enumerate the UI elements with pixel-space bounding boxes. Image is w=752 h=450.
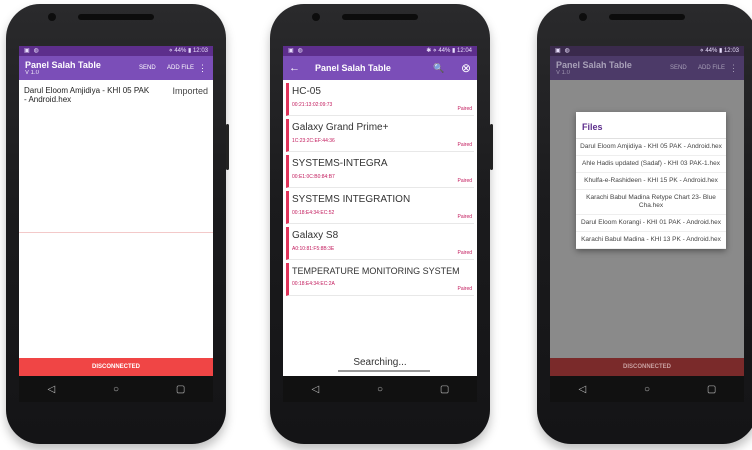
nav-back-icon[interactable]: ◁ [305,384,325,395]
file-item[interactable]: Karachi Babul Madina - KHI 13 PK - Andro… [576,232,726,249]
app-bar: Panel Salah Table V 1.0 SEND ADD FILE ⋮ [19,56,213,80]
app-version: V 1.0 [556,70,571,76]
device-name: TEMPERATURE MONITORING SYSTEM [292,266,460,276]
status-bar: ▣ ◍ ✱ ⋄ 44% ▮ 12:04 [283,46,477,56]
notification-icon: ▣ [24,48,30,54]
searching-label: Searching... [353,357,407,368]
nav-home-icon[interactable]: ○ [106,384,126,395]
app-title-block: Panel Salah Table V 1.0 [19,60,101,76]
send-button[interactable]: SEND [670,65,687,71]
send-button[interactable]: SEND [139,65,156,71]
nav-back-icon[interactable]: ◁ [572,384,592,395]
files-dialog: Files Darul Eloom Amjidiya - KHI 05 PAK … [576,112,726,249]
file-row[interactable]: Darul Eloom Amjidiya - KHI 05 PAK - Andr… [19,80,213,110]
status-bar: ▣ ◍ ⋄ 44% ▮ 12:03 [19,46,213,56]
device-name: SYSTEMS-INTEGRA [292,158,388,169]
speaker-grille [342,14,418,20]
device-item[interactable]: TEMPERATURE MONITORING SYSTEM 00:18:E4:3… [286,263,474,296]
notification-icon: ▣ [288,48,294,54]
device-mac: 00:18:E4:34:EC:52 [292,210,335,216]
nav-recent-icon[interactable]: ▢ [702,384,722,395]
device-name: Galaxy S8 [292,230,339,241]
device-item[interactable]: HC-05 00:21:13:02:09:73 Paired [286,83,474,116]
device-mac: 00:21:13:02:09:73 [292,102,333,108]
nav-recent-icon[interactable]: ▢ [171,384,191,395]
device-name: HC-05 [292,86,321,97]
divider [19,232,213,233]
file-item[interactable]: Khulfa-e-Rashideen - KHI 15 PK - Android… [576,173,726,190]
status-info: ⋄ 44% ▮ 12:03 [699,48,739,54]
status-info: ⋄ 44% ▮ 12:03 [168,48,208,54]
device-item[interactable]: Galaxy Grand Prime+ 1C:23:2C:EF:44:36 Pa… [286,119,474,152]
search-icon[interactable]: 🔍 [433,63,444,74]
power-button [226,124,229,170]
app-title: Panel Salah Table [556,60,632,70]
nav-bar: ◁ ○ ▢ [283,376,477,402]
device-item[interactable]: SYSTEMS INTEGRATION 00:18:E4:34:EC:52 Pa… [286,191,474,224]
device-state: Paired [457,178,472,184]
file-item[interactable]: Karachi Babul Madina Retype Chart 23- Bl… [576,190,726,215]
power-button [490,124,493,170]
progress-indicator [338,370,430,372]
nav-home-icon[interactable]: ○ [637,384,657,395]
file-item[interactable]: Darul Eloom Korangi - KHI 01 PAK - Andro… [576,215,726,232]
app-title: Panel Salah Table [25,60,101,70]
app-bar: Panel Salah Table V 1.0 SEND ADD FILE ⋮ [550,56,744,80]
connection-status-bar: DISCONNECTED [550,358,744,376]
status-bar: ▣ ◍ ⋄ 44% ▮ 12:03 [550,46,744,56]
nav-bar: ◁ ○ ▢ [19,376,213,402]
nav-back-icon[interactable]: ◁ [41,384,61,395]
device-mac: 00:18:E4:34:EC:2A [292,281,335,287]
file-item[interactable]: Darul Eloom Amjidiya - KHI 05 PAK - Andr… [576,139,726,156]
add-file-button[interactable]: ADD FILE [167,65,194,71]
device-name: SYSTEMS INTEGRATION [292,194,411,205]
connection-status-bar: DISCONNECTED [19,358,213,376]
app-title-block: Panel Salah Table V 1.0 [550,60,632,76]
device-mac: 1C:23:2C:EF:44:36 [292,138,335,144]
device-item[interactable]: SYSTEMS-INTEGRA 00:E1:0C:B0:84:B7 Paired [286,155,474,188]
phone-1: ▣ ◍ ⋄ 44% ▮ 12:03 Panel Salah Table V 1.0… [6,4,229,444]
close-icon[interactable]: ⊗ [461,61,471,75]
device-state: Paired [457,214,472,220]
app-notification-icon: ◍ [33,48,39,54]
app-bar: ← Panel Salah Table 🔍 ⊗ [283,56,477,80]
device-state: Paired [457,142,472,148]
dialog-title: Files [576,112,726,139]
status-info: ✱ ⋄ 44% ▮ 12:04 [426,48,472,54]
device-state: Paired [457,286,472,292]
overflow-menu-icon[interactable]: ⋮ [729,63,738,74]
file-item[interactable]: Ahle Hadis updated (Sadaf) - KHI 03 PAK-… [576,156,726,173]
phone-2: ▣ ◍ ✱ ⋄ 44% ▮ 12:04 ← Panel Salah Table 🔍… [270,4,493,444]
notification-icon: ▣ [555,48,561,54]
nav-home-icon[interactable]: ○ [370,384,390,395]
device-mac: 00:E1:0C:B0:84:B7 [292,174,335,180]
screen-main: ▣ ◍ ⋄ 44% ▮ 12:03 Panel Salah Table V 1.0… [19,46,213,402]
speaker-grille [78,14,154,20]
device-name: Galaxy Grand Prime+ [292,122,389,133]
nav-recent-icon[interactable]: ▢ [435,384,455,395]
device-state: Paired [457,250,472,256]
speaker-grille [609,14,685,20]
device-item[interactable]: Galaxy S8 A0:10:81:F5:8B:3E Paired [286,227,474,260]
app-notification-icon: ◍ [297,48,303,54]
front-camera [312,13,320,21]
phone-3: ▣ ◍ ⋄ 44% ▮ 12:03 Panel Salah Table V 1.0… [537,4,752,444]
back-arrow-icon[interactable]: ← [289,62,300,74]
front-camera [579,13,587,21]
overflow-menu-icon[interactable]: ⋮ [198,63,207,74]
screen-files-dialog: ▣ ◍ ⋄ 44% ▮ 12:03 Panel Salah Table V 1.0… [550,46,744,402]
file-name: Darul Eloom Amjidiya - KHI 05 PAK - Andr… [24,86,150,104]
device-mac: A0:10:81:F5:8B:3E [292,246,335,252]
app-notification-icon: ◍ [564,48,570,54]
screen-bluetooth: ▣ ◍ ✱ ⋄ 44% ▮ 12:04 ← Panel Salah Table 🔍… [283,46,477,402]
device-list: HC-05 00:21:13:02:09:73 Paired Galaxy Gr… [283,83,477,296]
file-status: Imported [172,86,208,96]
add-file-button[interactable]: ADD FILE [698,65,725,71]
device-state: Paired [457,106,472,112]
app-title: Panel Salah Table [315,63,391,73]
front-camera [48,13,56,21]
app-version: V 1.0 [25,70,40,76]
nav-bar: ◁ ○ ▢ [550,376,744,402]
